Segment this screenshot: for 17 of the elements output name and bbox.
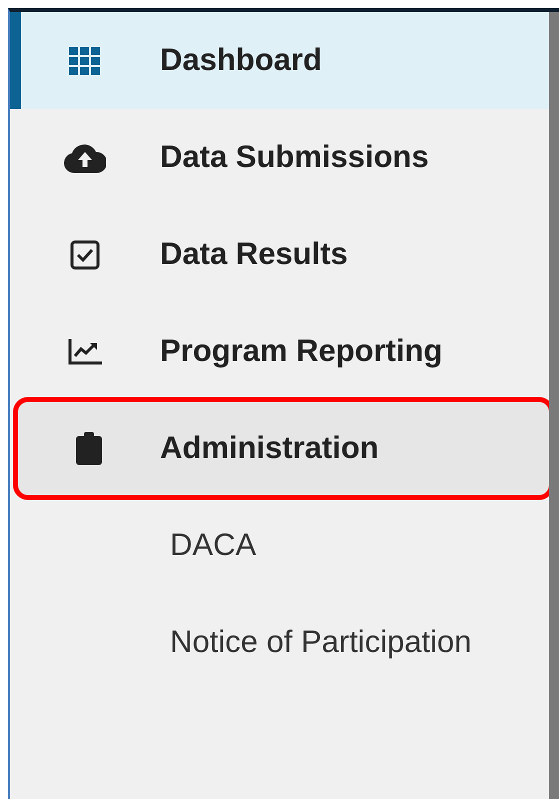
- cloud-upload-icon: [64, 142, 106, 172]
- nav-item[interactable]: Administration: [16, 400, 551, 497]
- checkbox-icon: [70, 240, 100, 270]
- submenu-item[interactable]: Notice of Participation: [10, 594, 551, 691]
- nav-label: Data Results: [160, 235, 348, 274]
- grid-icon: [69, 46, 101, 74]
- nav-item[interactable]: Data Results: [10, 206, 551, 303]
- nav-label: Program Reporting: [160, 332, 442, 370]
- submenu-item[interactable]: DACA: [10, 497, 551, 594]
- nav-item[interactable]: Data Submissions: [10, 109, 551, 206]
- nav-item[interactable]: Dashboard: [10, 12, 551, 109]
- line-chart-icon: [68, 338, 102, 364]
- nav-label: Dashboard: [160, 41, 322, 80]
- nav-label: Administration: [160, 429, 379, 468]
- nav-label: Data Submissions: [160, 138, 429, 176]
- clipboard-icon: [76, 432, 102, 465]
- nav-item[interactable]: Program Reporting: [10, 303, 551, 400]
